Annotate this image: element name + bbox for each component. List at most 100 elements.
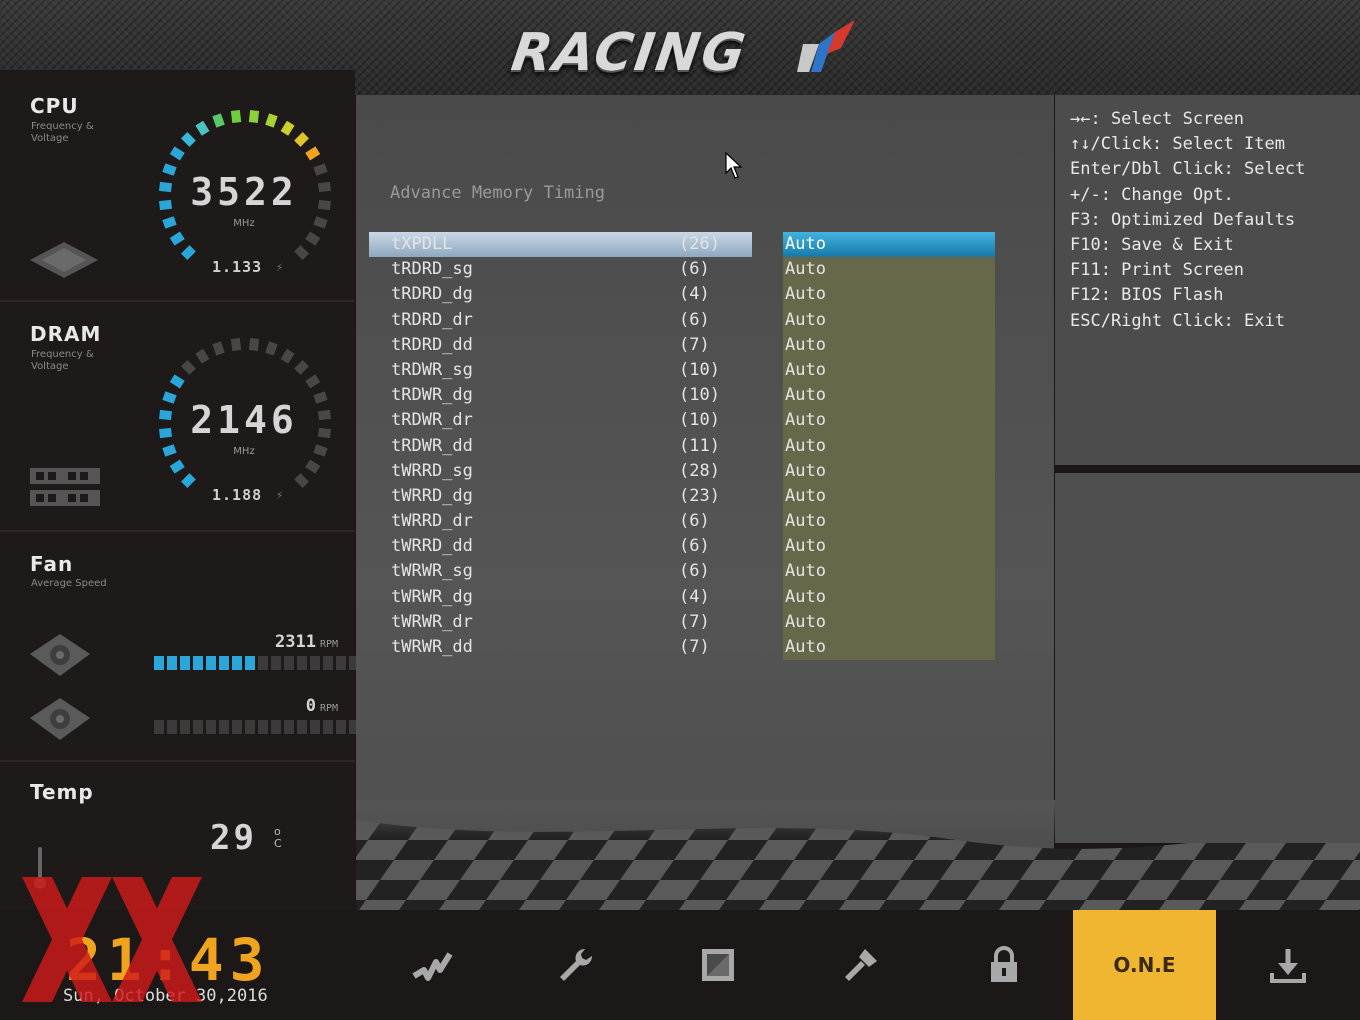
help-lower-panel — [1055, 473, 1360, 843]
fan-bar-segment — [245, 720, 255, 734]
timing-setting[interactable]: Auto — [783, 408, 995, 434]
timing-setting[interactable]: Auto — [783, 584, 995, 610]
timing-setting[interactable]: Auto — [783, 458, 995, 484]
timing-setting[interactable]: Auto — [783, 332, 995, 358]
timing-name: tWRWR_dd — [391, 637, 473, 657]
page-title: Advance Memory Timing — [390, 183, 605, 203]
timing-setting[interactable]: Auto — [783, 483, 995, 510]
timing-row[interactable]: tRDRD_sg (6) Auto — [369, 257, 997, 283]
save-exit-tab[interactable] — [1216, 910, 1359, 1020]
cpu-subtitle: Frequency & Voltage — [31, 121, 94, 144]
temp-value: 29 — [210, 818, 257, 858]
timing-current-value: (7) — [679, 611, 710, 632]
cpu-voltage-bolt-icon: ⚡ — [276, 260, 284, 274]
timing-current-value: (28) — [679, 460, 720, 481]
help-line: ESC/Right Click: Exit — [1070, 310, 1285, 331]
gauge-tick — [294, 360, 309, 375]
dram-subtitle: Frequency & Voltage — [31, 349, 94, 372]
timing-setting[interactable]: Auto — [783, 383, 995, 409]
dram-frequency-unit: MHz — [233, 446, 255, 457]
logo-flag-icon — [797, 20, 855, 72]
timing-current-value: (6) — [679, 309, 710, 330]
timing-name: tRDRD_dg — [391, 284, 473, 305]
fan-bar-segment — [193, 720, 203, 734]
timing-setting[interactable]: Auto — [783, 559, 995, 585]
help-line: +/-: Change Opt. — [1070, 184, 1234, 205]
timing-current-value: (23) — [679, 485, 720, 506]
dram-module-icon — [30, 468, 100, 506]
timing-row[interactable]: tWRRD_sg (28) Auto — [369, 458, 997, 484]
cpu-frequency-value: 3522 — [190, 170, 298, 214]
fan2-speed-bar — [154, 720, 359, 734]
timing-setting[interactable]: Auto — [783, 357, 995, 384]
dram-section[interactable]: DRAM Frequency & Voltage 2146 MHz 1.188 … — [0, 302, 355, 532]
timing-setting[interactable]: Auto — [783, 609, 995, 635]
tools-tab[interactable] — [789, 910, 932, 1020]
gauge-tick — [305, 374, 321, 389]
timing-row[interactable]: tWRWR_dr (7) Auto — [369, 609, 997, 635]
gauge-tick — [294, 473, 309, 488]
timing-current-value: (10) — [679, 385, 720, 406]
settings-tab[interactable] — [503, 910, 646, 1020]
dram-title: DRAM — [30, 322, 102, 346]
fan1-speed-bar — [154, 656, 359, 670]
gauge-tick — [313, 444, 328, 457]
timing-row[interactable]: tXPDLL (26) Auto — [369, 232, 997, 258]
timing-setting[interactable]: Auto — [783, 635, 995, 661]
fan2-rpm-value: 0 — [305, 696, 316, 716]
timing-setting[interactable]: Auto — [783, 257, 995, 283]
gauge-tick — [181, 245, 196, 260]
cpu-title: CPU — [30, 94, 79, 118]
mouse-cursor-icon — [725, 152, 743, 179]
timing-row[interactable]: tWRWR_sg (6) Auto — [369, 559, 997, 585]
timing-row[interactable]: tWRRD_dg (23) Auto — [369, 483, 997, 510]
gauge-tick — [159, 199, 172, 211]
lock-icon — [990, 946, 1017, 982]
fan-section[interactable]: Fan Average Speed 2311 RPM 0 RPM — [0, 532, 359, 762]
timing-setting[interactable]: Auto — [783, 433, 995, 459]
fan-bar-segment — [232, 720, 242, 734]
gauge-tick — [305, 459, 321, 474]
timing-current-value: (6) — [679, 536, 710, 557]
chipset-tab[interactable] — [646, 910, 789, 1020]
timing-setting[interactable]: Auto — [783, 232, 995, 258]
timing-setting[interactable]: Auto — [783, 307, 995, 333]
timing-setting[interactable]: Auto — [783, 534, 995, 560]
timing-name: tRDWR_dd — [391, 435, 473, 456]
timing-name: tWRRD_dd — [391, 536, 473, 557]
timing-setting[interactable]: Auto — [783, 509, 995, 535]
overclock-tab[interactable] — [360, 910, 503, 1020]
timing-row[interactable]: tRDWR_dd (11) Auto — [369, 433, 997, 459]
timing-current-value: (4) — [679, 284, 710, 305]
help-line: F10: Save & Exit — [1070, 235, 1234, 255]
timing-row[interactable]: tRDWR_sg (10) Auto — [369, 357, 997, 384]
timing-current-value: (6) — [679, 259, 710, 280]
timing-row[interactable]: tRDRD_dg (4) Auto — [369, 282, 997, 308]
timing-row[interactable]: tRDWR_dr (10) Auto — [369, 408, 997, 434]
timing-row[interactable]: tRDWR_dg (10) Auto — [369, 383, 997, 409]
timing-name: tRDRD_sg — [391, 259, 473, 280]
security-tab[interactable] — [932, 910, 1075, 1020]
gauge-tick — [159, 409, 172, 421]
timing-row[interactable]: tRDRD_dd (7) Auto — [369, 332, 997, 358]
timing-row[interactable]: tRDRD_dr (6) Auto — [369, 307, 997, 333]
gauge-tick — [195, 348, 210, 364]
timing-list: tXPDLL (26) Auto tRDRD_sg (6) Auto tRDRD_dg (4)… — [369, 232, 997, 661]
timing-row[interactable]: tWRRD_dd (6) Auto — [369, 534, 997, 560]
fan2-icon — [30, 698, 90, 740]
wrench-icon — [559, 948, 592, 981]
timing-row[interactable]: tWRWR_dd (7) Auto — [369, 635, 997, 661]
help-line: ↑↓/Click: Select Item — [1070, 134, 1285, 155]
cpu-section[interactable]: CPU Frequency & Voltage 3522 MHz 1.133 ⚡ — [0, 70, 355, 302]
help-line: F11: Print Screen — [1070, 260, 1244, 281]
timing-row[interactable]: tWRWR_dg (4) Auto — [369, 584, 997, 610]
timing-row[interactable]: tWRRD_dr (6) Auto — [369, 509, 997, 535]
temp-unit: oC — [274, 826, 282, 850]
watermark-logo — [22, 877, 202, 1002]
fan-bar-segment — [167, 656, 177, 670]
timing-name: tWRWR_dg — [391, 586, 473, 607]
one-tab[interactable]: O.N.E — [1073, 910, 1216, 1020]
gauge-tick — [169, 231, 185, 246]
timing-current-value: (7) — [679, 334, 710, 355]
timing-setting[interactable]: Auto — [783, 282, 995, 308]
